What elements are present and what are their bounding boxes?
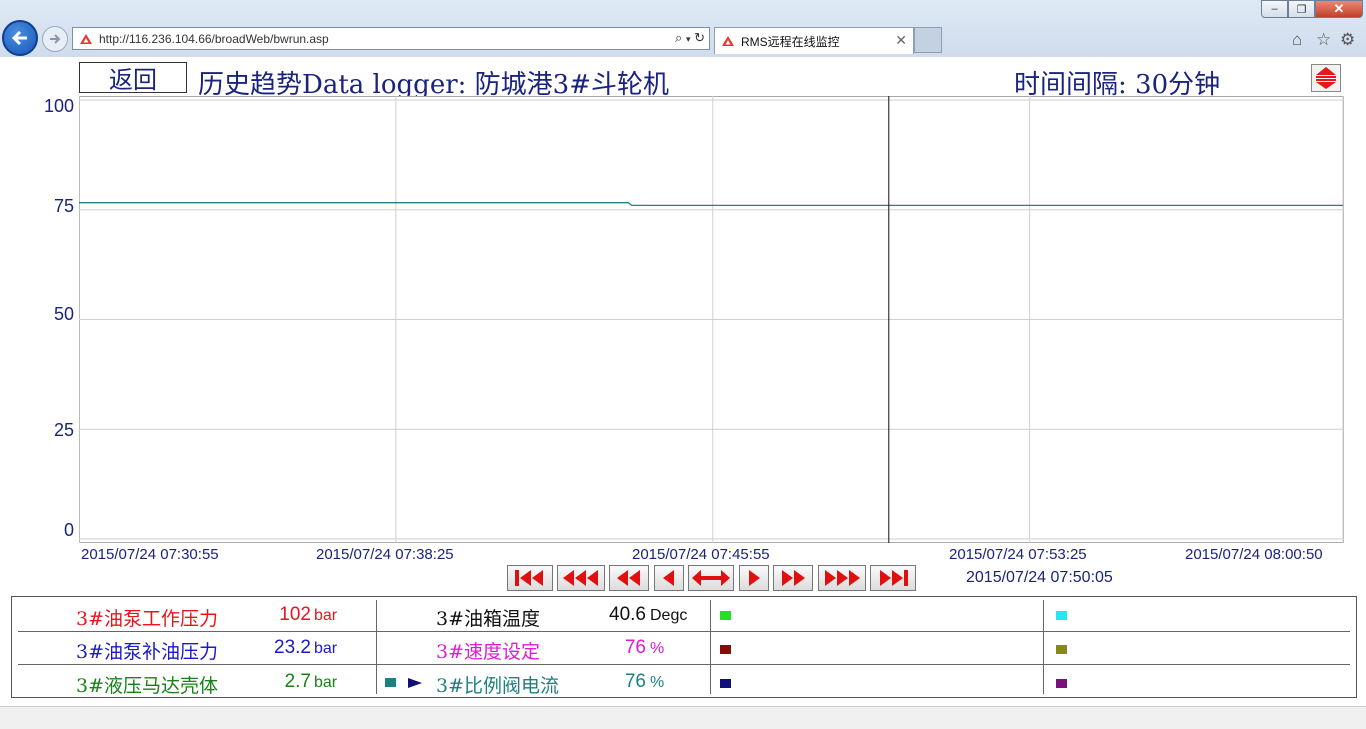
cursor-time: 2015/07/24 07:50:05 bbox=[966, 569, 1113, 586]
address-tools: ⌕ ▾ ↻ bbox=[675, 30, 705, 46]
up-down-arrows-icon bbox=[1316, 67, 1336, 89]
y-tick-label: 100 bbox=[43, 96, 74, 116]
sensor-grid: 3#油泵工作压力 102 bar 3#油泵补油压力 23.2 bar 3#液压马… bbox=[18, 600, 1350, 697]
y-tick-label: 25 bbox=[53, 420, 74, 440]
step-back-button[interactable] bbox=[654, 565, 684, 591]
forward-arrow-icon bbox=[50, 34, 61, 44]
browser-back-button[interactable] bbox=[2, 20, 38, 56]
first-button[interactable] bbox=[507, 565, 553, 591]
column-divider bbox=[376, 600, 377, 694]
back-button[interactable]: 返回 bbox=[79, 62, 187, 94]
sensor-unit: bar bbox=[314, 674, 338, 691]
center-button[interactable] bbox=[688, 565, 734, 591]
sensor-label: 3#油泵工作压力 bbox=[76, 608, 219, 630]
minimize-button[interactable]: – bbox=[1261, 0, 1288, 18]
step-forward-icon bbox=[749, 570, 760, 586]
sensor-label: 3#油泵补油压力 bbox=[76, 641, 219, 663]
rewind-button[interactable] bbox=[609, 565, 649, 591]
forward-icon bbox=[782, 570, 805, 586]
interval-toggle-button[interactable] bbox=[1311, 64, 1341, 92]
sensor-unit: % bbox=[650, 640, 665, 657]
browser-chrome: http://116.236.104.66/broadWeb/bwrun.asp… bbox=[0, 0, 1366, 58]
forward-button[interactable] bbox=[773, 565, 813, 591]
series-color-swatch[interactable] bbox=[1056, 611, 1067, 620]
rewind-icon bbox=[617, 570, 640, 586]
step-forward-button[interactable] bbox=[739, 565, 769, 591]
x-tick-label: 2015/07/24 07:45:55 bbox=[632, 546, 770, 563]
browser-tab[interactable]: RMS远程在线监控 ✕ bbox=[714, 27, 914, 54]
center-icon bbox=[692, 570, 730, 586]
selected-series-pointer-icon bbox=[408, 678, 422, 688]
first-icon bbox=[515, 570, 543, 586]
search-icon[interactable]: ⌕ bbox=[675, 30, 682, 45]
row-divider bbox=[18, 631, 1350, 632]
minimize-icon: – bbox=[1271, 3, 1278, 15]
sensor-value: 76 bbox=[624, 637, 646, 658]
x-tick-label: 2015/07/24 07:38:25 bbox=[316, 546, 454, 563]
series-color-swatch[interactable] bbox=[720, 645, 731, 654]
sensor-value: 40.6 bbox=[609, 604, 646, 625]
column-divider bbox=[710, 600, 711, 694]
fast-rewind-icon bbox=[563, 570, 598, 586]
trend-chart[interactable] bbox=[79, 96, 1344, 543]
settings-gear-icon[interactable]: ⚙ bbox=[1340, 30, 1355, 50]
x-tick-label: 2015/07/24 07:30:55 bbox=[81, 546, 219, 563]
tab-title: RMS远程在线监控 bbox=[741, 34, 840, 49]
tab-favicon-icon bbox=[722, 36, 734, 46]
step-back-icon bbox=[663, 570, 674, 586]
back-arrow-icon bbox=[11, 30, 27, 46]
browser-forward-button[interactable] bbox=[42, 26, 68, 52]
sensor-value: 2.7 bbox=[284, 671, 311, 692]
fast-forward-button[interactable] bbox=[818, 565, 866, 591]
close-window-button[interactable]: ✕ bbox=[1315, 0, 1363, 18]
restore-icon: ❐ bbox=[1296, 3, 1307, 16]
tab-close-icon[interactable]: ✕ bbox=[895, 32, 907, 49]
sensor-unit: Degc bbox=[650, 607, 688, 624]
series-color-swatch[interactable] bbox=[720, 611, 731, 620]
x-tick-label: 2015/07/24 08:00:50 bbox=[1185, 546, 1323, 563]
sensor-unit: bar bbox=[314, 640, 338, 657]
series-color-swatch[interactable] bbox=[385, 678, 396, 687]
x-tick-label: 2015/07/24 07:53:25 bbox=[949, 546, 1087, 563]
close-icon: ✕ bbox=[1333, 1, 1345, 16]
sensor-unit: bar bbox=[314, 607, 338, 624]
sensor-label: 3#液压马达壳体 bbox=[76, 675, 219, 697]
row-divider bbox=[18, 664, 1350, 665]
sensor-label: 3#油箱温度 bbox=[436, 608, 541, 630]
site-logo-icon bbox=[80, 33, 92, 44]
refresh-icon[interactable]: ↻ bbox=[694, 30, 705, 45]
series-color-swatch[interactable] bbox=[720, 679, 731, 688]
address-bar[interactable]: http://116.236.104.66/broadWeb/bwrun.asp… bbox=[72, 27, 710, 50]
y-tick-label: 50 bbox=[53, 304, 74, 324]
address-text[interactable]: http://116.236.104.66/broadWeb/bwrun.asp bbox=[99, 32, 329, 46]
series-color-swatch[interactable] bbox=[1056, 679, 1067, 688]
last-button[interactable] bbox=[870, 565, 916, 591]
y-tick-label: 75 bbox=[53, 196, 74, 216]
sensor-value: 102 bbox=[279, 604, 311, 625]
home-icon[interactable]: ⌂ bbox=[1292, 30, 1302, 50]
last-icon bbox=[880, 570, 908, 586]
sensor-label: 3#比例阀电流 bbox=[436, 675, 560, 697]
y-tick-label: 0 bbox=[63, 520, 74, 540]
favorites-star-icon[interactable]: ☆ bbox=[1316, 30, 1331, 50]
series-color-swatch[interactable] bbox=[1056, 645, 1067, 654]
sensor-label: 3#速度设定 bbox=[436, 641, 541, 663]
dropdown-icon[interactable]: ▾ bbox=[686, 34, 691, 44]
fast-forward-icon bbox=[825, 570, 860, 586]
sensor-unit: % bbox=[650, 674, 665, 691]
sensor-value: 76 bbox=[624, 671, 646, 692]
fast-rewind-button[interactable] bbox=[557, 565, 605, 591]
column-divider bbox=[1043, 600, 1044, 694]
sensor-table: 3#油泵工作压力 102 bar 3#油泵补油压力 23.2 bar 3#液压马… bbox=[11, 596, 1357, 698]
status-bar bbox=[0, 706, 1366, 729]
new-tab-button[interactable] bbox=[914, 27, 942, 53]
maximize-button[interactable]: ❐ bbox=[1288, 0, 1315, 18]
sensor-value: 23.2 bbox=[274, 637, 311, 658]
